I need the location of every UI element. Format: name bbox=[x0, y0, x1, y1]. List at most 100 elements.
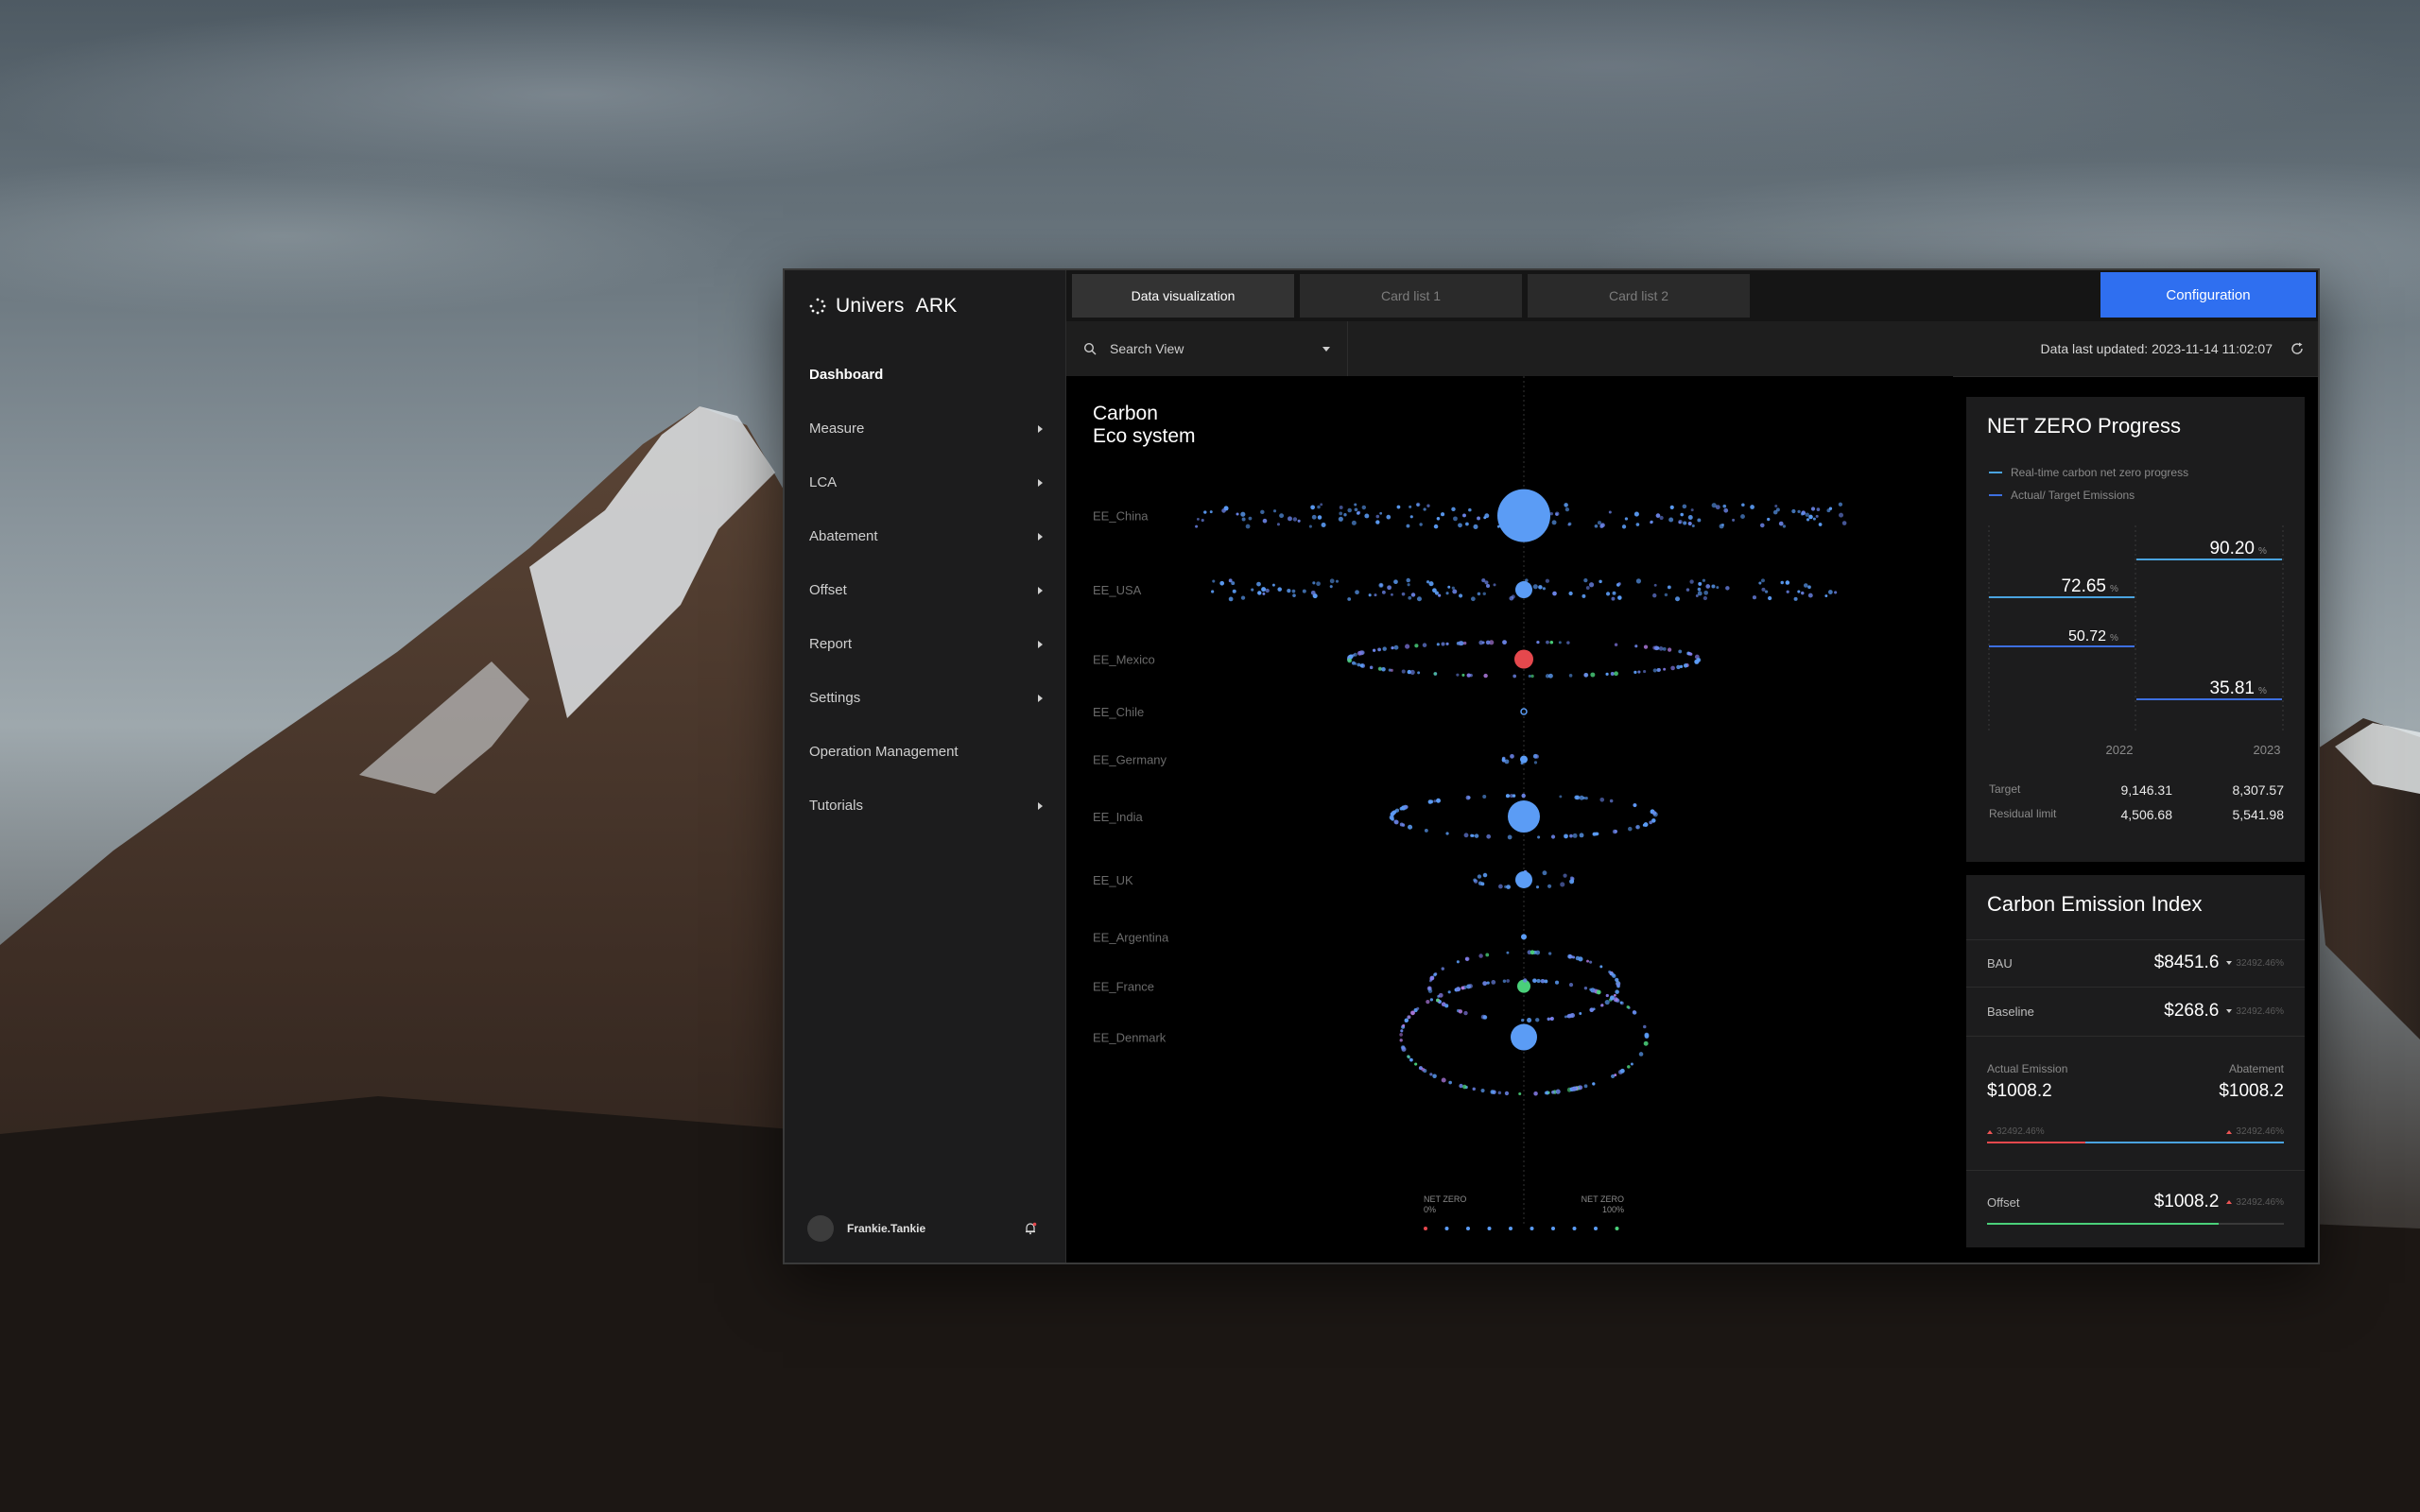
ecosystem-dot bbox=[1812, 517, 1816, 521]
row-label: EE_USA bbox=[1093, 583, 1142, 597]
ecosystem-dot bbox=[1473, 878, 1477, 883]
ecosystem-dot bbox=[1678, 649, 1683, 654]
ecosystem-dot bbox=[1375, 520, 1380, 524]
ecosystem-dot bbox=[1643, 1024, 1647, 1029]
ecosystem-dot bbox=[1458, 593, 1463, 598]
ecosystem-dot bbox=[1482, 872, 1488, 878]
ecosystem-dot bbox=[1521, 1018, 1525, 1022]
brand-logo[interactable]: Univers ARK bbox=[809, 295, 957, 318]
ecosystem-dot bbox=[1273, 509, 1277, 513]
ecosystem-dot bbox=[1354, 662, 1357, 665]
ecosystem-dot bbox=[1444, 1004, 1449, 1008]
ecosystem-dot bbox=[1818, 523, 1823, 526]
tab-card-list-2[interactable]: Card list 2 bbox=[1528, 274, 1750, 318]
ecosystem-dot bbox=[1378, 582, 1384, 588]
ecosystem-dot bbox=[1406, 524, 1410, 528]
sidebar-item-offset[interactable]: Offset bbox=[785, 563, 1065, 617]
ecosystem-dot bbox=[1424, 828, 1428, 833]
ecosystem-dot bbox=[1761, 587, 1766, 592]
ecosystem-dot bbox=[1355, 590, 1359, 595]
ecosystem-dot bbox=[1544, 979, 1548, 984]
ecosystem-dot bbox=[1461, 986, 1465, 990]
refresh-icon[interactable] bbox=[2290, 341, 2305, 356]
ecosystem-dot bbox=[1547, 1017, 1550, 1022]
ecosystem-dot bbox=[1349, 654, 1354, 659]
ecosystem-dot bbox=[1759, 523, 1765, 528]
ecosystem-dot bbox=[1571, 1086, 1577, 1091]
ecosystem-dot bbox=[1458, 1009, 1463, 1014]
ecosystem-dot bbox=[1752, 595, 1757, 600]
ecosystem-dot bbox=[1797, 590, 1801, 593]
scale-dot bbox=[1530, 1226, 1534, 1230]
row-label: EE_UK bbox=[1093, 873, 1133, 887]
sidebar-item-operation-management[interactable]: Operation Management bbox=[785, 725, 1065, 779]
ecosystem-dot bbox=[1477, 592, 1481, 596]
ecosystem-dot bbox=[1354, 503, 1357, 507]
notification-bell-icon[interactable] bbox=[1024, 1222, 1037, 1235]
avatar[interactable] bbox=[807, 1215, 834, 1242]
ecosystem-dot bbox=[1406, 577, 1410, 583]
ecosystem-dot bbox=[1452, 589, 1458, 594]
ecosystem-dot bbox=[1841, 521, 1847, 525]
sidebar-nav: Dashboard Measure LCA Abatement Offset Report… bbox=[785, 348, 1065, 833]
ecosystem-dot bbox=[1702, 578, 1706, 582]
ecosystem-dot bbox=[1404, 1018, 1409, 1022]
ecosystem-dot bbox=[1828, 507, 1833, 510]
ecosystem-dot bbox=[1277, 587, 1282, 592]
ecosystem-dot bbox=[1533, 1091, 1538, 1096]
ecosystem-dot bbox=[1546, 640, 1549, 644]
sidebar-item-dashboard[interactable]: Dashboard bbox=[785, 348, 1065, 402]
configuration-button[interactable]: Configuration bbox=[2100, 272, 2316, 318]
ecosystem-dot bbox=[1402, 1023, 1406, 1027]
row-label: EE_Denmark bbox=[1093, 1031, 1167, 1045]
ecosystem-dot bbox=[1386, 514, 1392, 520]
ecosystem-dot bbox=[1685, 588, 1690, 592]
ecosystem-dot bbox=[1506, 885, 1511, 889]
sidebar-item-report[interactable]: Report bbox=[785, 617, 1065, 671]
sidebar-item-label: LCA bbox=[809, 474, 838, 490]
row-label: EE_Mexico bbox=[1093, 653, 1155, 667]
ecosystem-dot bbox=[1373, 648, 1376, 652]
ecosystem-dot bbox=[1232, 589, 1236, 593]
ecosystem-dot bbox=[1566, 1014, 1570, 1018]
country-node bbox=[1508, 800, 1540, 833]
sidebar-item-settings[interactable]: Settings bbox=[785, 671, 1065, 725]
ecosystem-dot bbox=[1463, 1010, 1468, 1016]
ecosystem-dot bbox=[1655, 513, 1661, 518]
ecosystem-dot bbox=[1683, 663, 1688, 668]
country-node bbox=[1520, 755, 1528, 764]
ecosystem-dot bbox=[1722, 504, 1727, 508]
ecosystem-dot bbox=[1703, 595, 1708, 601]
ecosystem-dot bbox=[1448, 1080, 1452, 1085]
ecosystem-dot bbox=[1490, 1090, 1495, 1094]
ecosystem-dot bbox=[1493, 583, 1496, 587]
ecosystem-dot bbox=[1416, 1006, 1420, 1010]
cei-bau-row: BAU $8451.6 32492.46% bbox=[1987, 953, 2284, 972]
cei-title: Carbon Emission Index bbox=[1987, 892, 2203, 916]
sidebar-item-abatement[interactable]: Abatement bbox=[785, 509, 1065, 563]
value-2023-a: 90.20 bbox=[2209, 539, 2255, 558]
ecosystem-dot bbox=[1572, 833, 1578, 838]
ecosystem-dot bbox=[1767, 517, 1771, 522]
ecosystem-dot bbox=[1196, 517, 1200, 521]
ecosystem-dot bbox=[1564, 503, 1568, 507]
sidebar-item-tutorials[interactable]: Tutorials bbox=[785, 779, 1065, 833]
ecosystem-dot bbox=[1511, 594, 1515, 599]
sidebar-item-measure[interactable]: Measure bbox=[785, 402, 1065, 455]
net-zero-table: Target 9,146.31 8,307.57 Residual limit … bbox=[1989, 782, 2284, 832]
ecosystem-dot bbox=[1419, 523, 1423, 526]
ecosystem-dot bbox=[1462, 641, 1467, 645]
ecosystem-dot bbox=[1791, 508, 1796, 514]
ecosystem-dot bbox=[1399, 1033, 1403, 1037]
ecosystem-dot bbox=[1532, 584, 1538, 590]
ecosystem-dot bbox=[1530, 950, 1535, 955]
ecosystem-dot bbox=[1482, 981, 1488, 987]
search-view-dropdown[interactable]: Search View bbox=[1066, 321, 1348, 376]
ecosystem-dot bbox=[1575, 795, 1581, 800]
ecosystem-dot bbox=[1401, 592, 1406, 596]
ecosystem-dot bbox=[1667, 585, 1671, 590]
ecosystem-dot bbox=[1201, 519, 1204, 523]
tab-card-list-1[interactable]: Card list 1 bbox=[1300, 274, 1522, 318]
tab-data-visualization[interactable]: Data visualization bbox=[1072, 274, 1294, 318]
sidebar-item-lca[interactable]: LCA bbox=[785, 455, 1065, 509]
